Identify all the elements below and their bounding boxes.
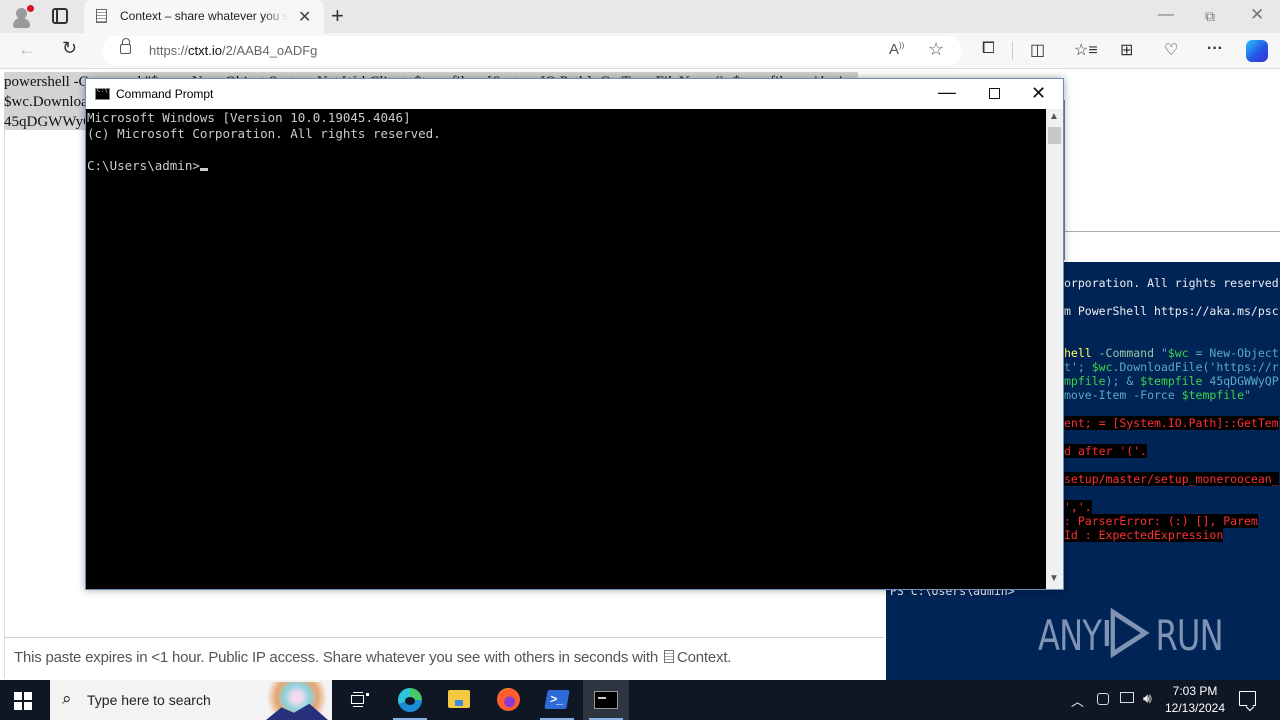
- minimize-button[interactable]: —: [1158, 6, 1174, 24]
- console-error-line: ent; = [System.IO.Path]::GetTem: [1064, 416, 1279, 430]
- anyrun-watermark: ANY RUN: [1038, 608, 1224, 660]
- browser-tab-bar: Context – share whatever you see with ot…: [0, 0, 1280, 33]
- footer-divider: [4, 637, 884, 638]
- console-line: orporation. All rights reserved: [1064, 276, 1279, 290]
- scroll-thumb[interactable]: [1048, 127, 1061, 144]
- console-line: ​: [87, 142, 1045, 158]
- anyrun-play-logo-icon: [1104, 608, 1150, 658]
- task-view-button[interactable]: [337, 680, 383, 720]
- reload-button[interactable]: ↻: [62, 38, 77, 59]
- restore-button[interactable]: ⧉: [1205, 8, 1215, 25]
- taskbar-search[interactable]: ⌕ Type here to search: [50, 680, 332, 720]
- read-aloud-icon[interactable]: A)): [889, 41, 904, 58]
- cmd-minimize-button[interactable]: —: [938, 82, 956, 103]
- lock-icon[interactable]: [120, 38, 131, 54]
- show-hidden-icons-chevron-icon[interactable]: ︿: [1071, 691, 1084, 710]
- favorite-star-icon[interactable]: ☆: [928, 39, 944, 60]
- cmd-title-bar[interactable]: Command Prompt — ✕: [86, 79, 1063, 109]
- cmd-scrollbar[interactable]: ▲ ▼: [1046, 109, 1063, 589]
- cmd-title: Command Prompt: [116, 87, 214, 101]
- url-path: /2/AAB4_oADFg: [222, 43, 318, 58]
- cmd-app-icon[interactable]: [95, 87, 110, 100]
- taskbar-edge[interactable]: [387, 680, 433, 720]
- console-error-line: Id : ExpectedExpression: [1064, 528, 1224, 542]
- close-tab-icon[interactable]: ✕: [298, 7, 311, 27]
- taskbar-firefox[interactable]: [485, 680, 531, 720]
- text-cursor: [199, 168, 208, 171]
- collections-icon[interactable]: ⊞: [1120, 40, 1133, 60]
- extensions-icon[interactable]: ⧠: [982, 40, 995, 58]
- toolbar-divider: [1012, 42, 1013, 60]
- cmd-maximize-button[interactable]: [989, 88, 1000, 99]
- scroll-up-icon[interactable]: ▲: [1049, 111, 1059, 122]
- favorites-icon[interactable]: ☆≡: [1074, 40, 1098, 60]
- back-button[interactable]: ←: [18, 39, 36, 60]
- footer-text: This paste expires in <1 hour. Public IP…: [14, 649, 659, 666]
- profile-icon[interactable]: [10, 5, 34, 29]
- more-icon[interactable]: ···: [1207, 40, 1223, 58]
- edge-icon: [398, 688, 422, 712]
- console-error-line: setup/master/setup_moneroocean_: [1064, 472, 1279, 486]
- console-error-line: d after '('.: [1064, 444, 1148, 458]
- meet-now-icon[interactable]: [1097, 693, 1109, 705]
- background-window[interactable]: [1064, 100, 1280, 260]
- new-tab-button[interactable]: +: [331, 3, 344, 29]
- search-highlight-image[interactable]: [262, 682, 332, 720]
- taskbar-file-explorer[interactable]: [436, 680, 482, 720]
- context-link[interactable]: Context.: [677, 649, 731, 666]
- console-line: Microsoft Windows [Version 10.0.19045.40…: [87, 110, 411, 125]
- command-prompt-window[interactable]: Command Prompt — ✕ Microsoft Windows [Ve…: [85, 78, 1064, 590]
- watermark-text-right: RUN: [1155, 611, 1223, 660]
- console-error-line: : ParserError: (:) [], Parem: [1064, 514, 1258, 528]
- console-line: move-Item -Force $tempfile": [1064, 388, 1251, 402]
- close-window-button[interactable]: ✕: [1250, 5, 1264, 25]
- context-logo-icon: [664, 650, 674, 663]
- console-error-line: ','.: [1064, 500, 1092, 514]
- console-line: (c) Microsoft Corporation. All rights re…: [87, 126, 441, 141]
- file-explorer-icon: [448, 690, 470, 708]
- scroll-down-icon[interactable]: ▼: [1049, 573, 1059, 584]
- cmd-prompt: C:\Users\admin>: [87, 158, 200, 173]
- browser-tab[interactable]: Context – share whatever you see with ot…: [84, 0, 324, 33]
- search-placeholder: Type here to search: [87, 692, 211, 708]
- address-bar[interactable]: https://ctxt.io/2/AAB4_oADFg A)) ☆: [102, 36, 962, 66]
- search-icon: ⌕: [62, 689, 72, 708]
- console-line: hell -Command "$wc = New-Object: [1064, 346, 1279, 360]
- powershell-icon: >_: [544, 690, 570, 709]
- clock-time: 7:03 PM: [1172, 684, 1218, 698]
- browser-essentials-icon[interactable]: ♡: [1164, 40, 1178, 60]
- divider: [1065, 231, 1280, 232]
- copilot-icon[interactable]: [1246, 40, 1268, 62]
- address-toolbar: ← ↻ https://ctxt.io/2/AAB4_oADFg A)) ☆ ⧠…: [0, 33, 1280, 69]
- clock-date: 12/13/2024: [1164, 701, 1226, 715]
- taskbar-command-prompt[interactable]: [583, 680, 629, 720]
- notification-center-icon[interactable]: [1239, 691, 1256, 706]
- console-line: m PowerShell https://aka.ms/psc: [1064, 304, 1279, 318]
- paste-footer: This paste expires in <1 hour. Public IP…: [14, 649, 731, 666]
- url-domain: ctxt.io: [188, 43, 222, 58]
- taskbar-powershell[interactable]: >_: [534, 680, 580, 720]
- cmd-console[interactable]: Microsoft Windows [Version 10.0.19045.40…: [86, 109, 1046, 589]
- console-line: t'; $wc.DownloadFile('https://r: [1064, 360, 1279, 374]
- console-line: mpfile); & $tempfile 45qDGWWyQP: [1064, 374, 1279, 388]
- volume-icon[interactable]: 🔊︎: [1143, 690, 1152, 707]
- clock[interactable]: 7:03 PM 12/13/2024: [1160, 683, 1230, 717]
- watermark-text-left: ANY: [1038, 611, 1102, 660]
- tab-actions-icon[interactable]: [52, 8, 68, 24]
- tab-title: Context – share whatever you see with ot…: [120, 9, 288, 23]
- split-screen-icon[interactable]: ◫: [1030, 40, 1045, 60]
- command-prompt-icon: [594, 691, 618, 709]
- page-icon: [96, 9, 107, 23]
- cmd-close-button[interactable]: ✕: [1031, 83, 1046, 104]
- taskbar: ⌕ Type here to search >_ ︿ 🔊︎ 7:03 PM 12…: [0, 680, 1280, 720]
- url-text[interactable]: https://ctxt.io/2/AAB4_oADFg: [149, 43, 317, 58]
- firefox-icon: [497, 688, 520, 711]
- console-prompt-line: C:\Users\admin>: [87, 158, 1045, 174]
- url-prefix: https://: [149, 43, 189, 58]
- network-icon[interactable]: [1120, 692, 1134, 703]
- start-button[interactable]: [14, 692, 32, 710]
